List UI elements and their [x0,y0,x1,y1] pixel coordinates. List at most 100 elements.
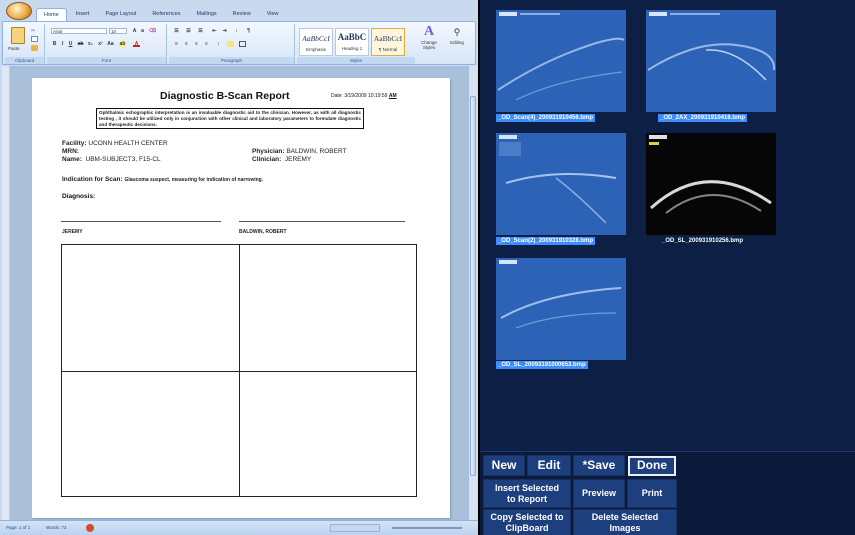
indication-label: Indication for Scan: [62,176,123,183]
proofing-icon[interactable] [86,524,94,532]
report-date: Date: 3/19/2009 10:19:59 AM [331,93,397,99]
superscript-icon[interactable]: x² [97,41,104,47]
underline-icon[interactable]: U [67,41,74,47]
decrease-indent-icon[interactable]: ⇤ [211,28,218,34]
strikethrough-icon[interactable]: ab [77,41,84,47]
change-styles-button[interactable]: A Change Styles [417,24,441,62]
new-button[interactable]: New [483,455,525,476]
cut-icon[interactable]: ✂ [31,28,39,34]
style-heading-1[interactable]: AaBbC Heading 1 [335,28,369,56]
scrollbar-thumb[interactable] [470,96,476,476]
borders-icon[interactable] [239,41,246,47]
font-group-label: Font [47,57,166,64]
tab-mailings[interactable]: Mailings [189,8,223,22]
bullets-icon[interactable]: ☰ [173,28,180,34]
mrn-row: MRN: [62,148,79,155]
clear-format-icon[interactable]: ⌫ [149,28,156,34]
tab-review[interactable]: Review [226,8,258,22]
image-caption[interactable]: _OD_SL_200931910256.bmp [660,237,745,245]
ribbon-tabs: Home Insert Page Layout References Maili… [36,8,286,22]
preview-button[interactable]: Preview [573,479,625,508]
image-thumbnail[interactable] [646,133,776,235]
align-right-icon[interactable]: ≡ [193,41,200,47]
image-thumbnail[interactable] [646,10,776,112]
zoom-slider[interactable] [392,527,462,529]
style-heading-1-name: Heading 1 [341,46,363,51]
italic-icon[interactable]: I [59,41,66,47]
format-painter-icon[interactable] [31,45,38,51]
change-case-icon[interactable]: Aa [107,41,114,47]
shading-icon[interactable] [227,41,234,47]
style-emphasis[interactable]: AaBbCcI Emphasis [299,28,333,56]
done-button[interactable]: Done [628,456,676,476]
save-button[interactable]: *Save [573,455,625,476]
date-suffix: AM [388,93,397,99]
image-thumbnail[interactable] [496,258,626,360]
editing-label: Editing [450,40,464,45]
word-window: Home Insert Page Layout References Maili… [0,0,478,535]
document-page[interactable]: Diagnostic B-Scan Report Date: 3/19/2009… [32,78,450,518]
grid-horizontal-divider [62,371,416,372]
styles-group-label: Styles [297,57,415,64]
editing-button[interactable]: ⚲ Editing [443,24,471,62]
styles-group: AaBbCcI Emphasis AaBbC Heading 1 AaBbCcI… [297,24,415,64]
clinician-value: JEREMY [284,156,312,163]
print-button[interactable]: Print [627,479,677,508]
font-size-select[interactable]: 10 [109,28,127,34]
font-color-icon[interactable]: A [133,41,140,47]
bold-icon[interactable]: B [51,41,58,47]
style-emphasis-sample: AaBbCcI [302,34,330,43]
line-spacing-icon[interactable]: ↕ [215,41,222,47]
view-buttons[interactable] [330,524,380,532]
paste-icon[interactable] [11,27,25,44]
copy-icon[interactable] [31,36,38,42]
style-normal[interactable]: AaBbCcI ¶ Normal [371,28,405,56]
tab-page-layout[interactable]: Page Layout [98,8,143,22]
image-caption[interactable]: _OD_Scan(4)_200931910456.bmp [496,114,596,122]
signature-line-right [239,221,405,222]
action-toolbar: New Edit *Save Done Insert Selected to R… [480,451,855,535]
grow-font-icon[interactable]: A [131,28,138,34]
ultrasound-scan-image [646,10,776,112]
copy-selected-button[interactable]: Copy Selected to ClipBoard [483,509,571,535]
image-caption[interactable]: _OD_2AX_200931910416.bmp [658,114,748,122]
style-heading-1-sample: AaBbC [337,32,367,42]
align-left-icon[interactable]: ≡ [173,41,180,47]
paragraph-group: ☰ ☰ ☰ ⇤ ⇥ ↕ ¶ ≡ ≡ ≡ ≡ ↕ Paragraph [169,24,295,64]
image-thumbnail[interactable] [496,10,626,112]
status-words[interactable]: Words: 73 [46,525,66,530]
tab-home[interactable]: Home [36,8,67,22]
justify-icon[interactable]: ≡ [203,41,210,47]
style-normal-name: ¶ Normal [378,47,398,52]
show-formatting-icon[interactable]: ¶ [245,28,252,34]
ultrasound-scan-image [646,133,776,235]
physician-label: Physician: [252,148,285,155]
office-button[interactable] [6,2,32,20]
clinician-label: Clinician: [252,156,282,163]
facility-value: UCONN HEALTH CENTER [88,140,168,147]
increase-indent-icon[interactable]: ⇥ [221,28,228,34]
status-page[interactable]: Page: 1 of 1 [6,525,30,530]
insert-selected-button[interactable]: Insert Selected to Report [483,479,571,508]
tab-insert[interactable]: Insert [69,8,97,22]
image-caption[interactable]: _OD_Scan(2)_200931910328.bmp [496,237,596,245]
delete-selected-button[interactable]: Delete Selected Images [573,509,677,535]
ribbon: Paste ✂ Clipboard Arial 10 A a ⌫ B I U a… [2,21,476,65]
shrink-font-icon[interactable]: a [139,28,146,34]
highlight-icon[interactable]: ab [119,41,126,47]
subscript-icon[interactable]: x₂ [87,41,94,47]
sort-icon[interactable]: ↕ [233,28,240,34]
paste-button-label[interactable]: Paste [8,46,20,51]
image-grid-table[interactable] [61,244,417,497]
image-thumbnail[interactable] [496,133,626,235]
align-center-icon[interactable]: ≡ [183,41,190,47]
vertical-scrollbar[interactable] [468,66,477,520]
tab-view[interactable]: View [260,8,286,22]
signature-name-right: BALDWIN, ROBERT [239,229,287,235]
font-name-select[interactable]: Arial [51,28,107,34]
multilevel-list-icon[interactable]: ☰ [197,28,204,34]
tab-references[interactable]: References [145,8,187,22]
image-caption[interactable]: _OD_SL_20093191000653.bmp [496,361,588,369]
edit-button[interactable]: Edit [527,455,571,476]
numbering-icon[interactable]: ☰ [185,28,192,34]
